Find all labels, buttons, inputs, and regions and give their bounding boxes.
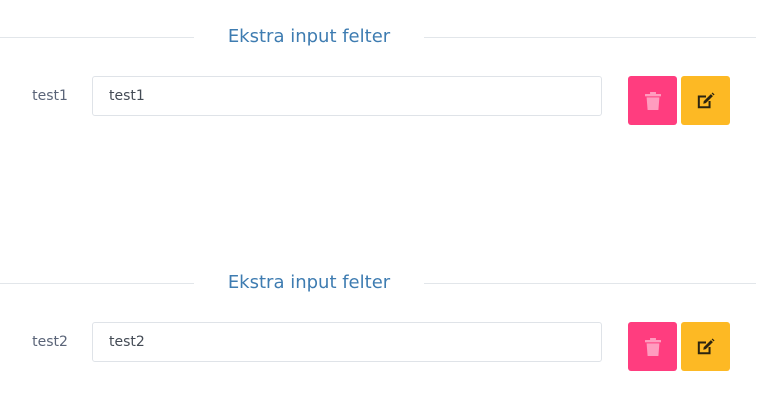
- section-title: Ekstra input felter: [227, 26, 391, 47]
- delete-button[interactable]: [628, 322, 677, 371]
- divider-line-right: [424, 37, 756, 38]
- edit-button[interactable]: [681, 322, 730, 371]
- field-label: test1: [32, 88, 68, 104]
- delete-button[interactable]: [628, 76, 677, 125]
- divider-line-left: [0, 37, 194, 38]
- extra-input-section-2: Ekstra input felter test2: [0, 246, 764, 376]
- field-input[interactable]: [92, 76, 602, 116]
- extra-input-section-1: Ekstra input felter test1: [0, 0, 764, 130]
- field-input[interactable]: [92, 322, 602, 362]
- section-title: Ekstra input felter: [227, 272, 391, 293]
- trash-icon: [643, 337, 663, 357]
- page: Ekstra input felter test1 test1 Ekstra i…: [0, 0, 764, 413]
- trash-icon: [643, 91, 663, 111]
- divider-line-left: [0, 283, 194, 284]
- field-label: test2: [32, 334, 68, 350]
- divider-line-right: [424, 283, 756, 284]
- edit-icon: [696, 337, 716, 357]
- edit-icon: [696, 91, 716, 111]
- edit-button[interactable]: [681, 76, 730, 125]
